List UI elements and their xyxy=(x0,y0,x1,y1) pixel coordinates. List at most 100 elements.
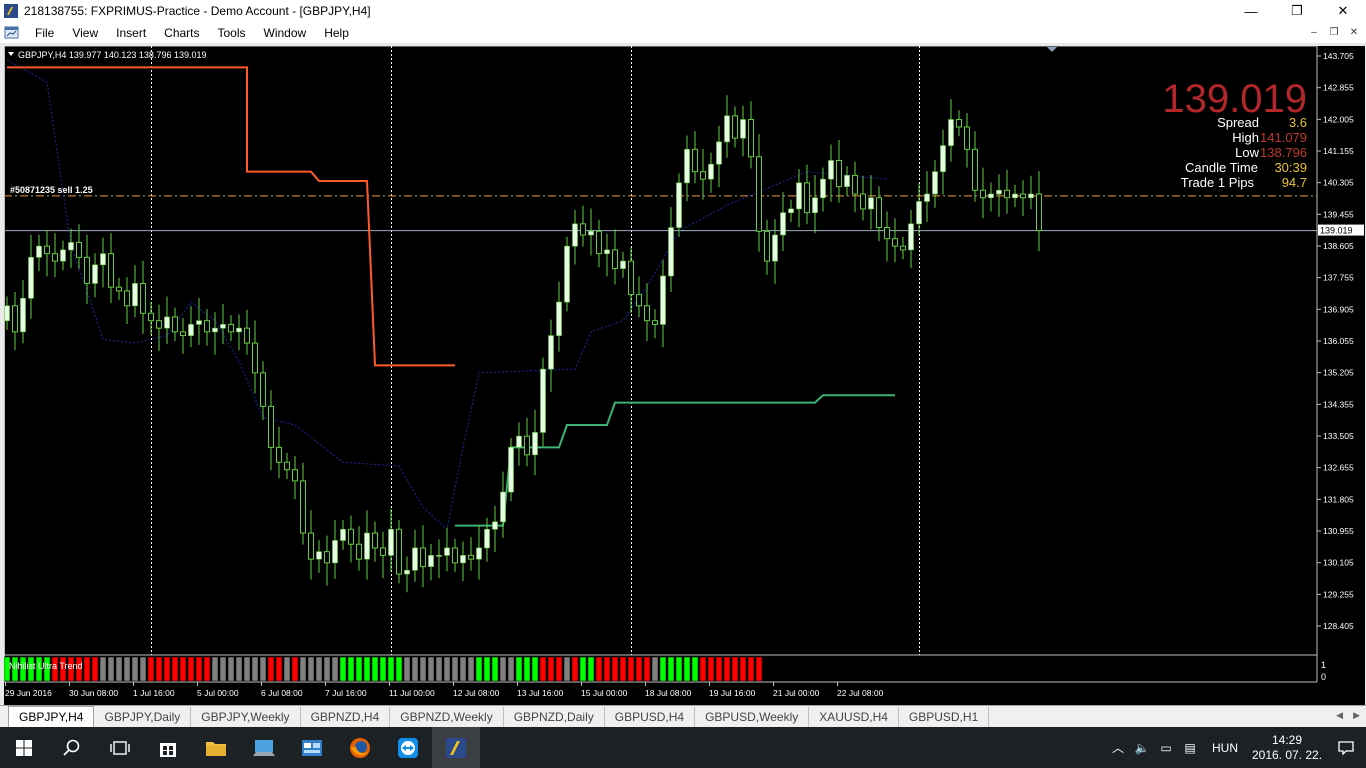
indicator-bar-red xyxy=(539,656,547,682)
menu-tools[interactable]: Tools xyxy=(209,26,255,40)
network-icon[interactable]: ▤ xyxy=(1178,741,1202,755)
tab-gbpnzd-h4[interactable]: GBPNZD,H4 xyxy=(301,707,391,727)
indicator-bar-red xyxy=(635,656,643,682)
candle-bull xyxy=(916,201,922,225)
candle-bull xyxy=(668,227,674,277)
menu-insert[interactable]: Insert xyxy=(107,26,155,40)
indicator-bar-green xyxy=(675,656,683,682)
task-view-button[interactable] xyxy=(96,727,144,768)
tab-gbpnzd-weekly[interactable]: GBPNZD,Weekly xyxy=(390,707,504,727)
candle-bull xyxy=(740,119,746,139)
indicator-bar-gray xyxy=(419,656,427,682)
candle-bear xyxy=(260,372,266,407)
indicator-bar-green xyxy=(475,656,483,682)
indicator-bar-green xyxy=(371,656,379,682)
tab-scroll-right-button[interactable]: ▶ xyxy=(1353,710,1360,721)
tab-gbpjpy-daily[interactable]: GBPJPY,Daily xyxy=(94,707,192,727)
indicator-bar-red xyxy=(163,656,171,682)
menu-view[interactable]: View xyxy=(63,26,107,40)
teamviewer-button[interactable] xyxy=(384,727,432,768)
tab-gbpjpy-h4[interactable]: GBPJPY,H4 xyxy=(8,706,95,727)
candle-bear xyxy=(964,126,970,150)
tab-xauusd-h4[interactable]: XAUUSD,H4 xyxy=(809,707,899,727)
time-tick-label: 5 Jul 00:00 xyxy=(197,688,239,698)
candle-bear xyxy=(292,469,298,482)
candle-bear xyxy=(652,320,658,325)
price-tick-label: 143.705 xyxy=(1323,51,1354,61)
price-tick-label: 129.255 xyxy=(1323,589,1354,599)
firefox-button[interactable] xyxy=(336,727,384,768)
volume-icon[interactable]: 🔈 xyxy=(1130,741,1154,755)
indicator-bar-green xyxy=(659,656,667,682)
menu-help[interactable]: Help xyxy=(315,26,358,40)
chart-window-icon[interactable] xyxy=(4,25,20,41)
close-button[interactable]: ✕ xyxy=(1320,0,1366,22)
tab-scroll-left-button[interactable]: ◀ xyxy=(1336,710,1343,721)
candle-bull xyxy=(1028,193,1034,199)
price-tick-label: 139.455 xyxy=(1323,209,1354,219)
candle-bear xyxy=(116,286,122,292)
menu-file[interactable]: File xyxy=(26,26,63,40)
file-explorer-button[interactable] xyxy=(192,727,240,768)
windows-taskbar: ︿ 🔈 ▭ ▤ HUN 14:29 2016. 07. 22. xyxy=(0,727,1366,768)
tab-gbpusd-h4[interactable]: GBPUSD,H4 xyxy=(605,707,696,727)
battery-icon[interactable]: ▭ xyxy=(1154,741,1178,755)
indicator-bar-red xyxy=(179,656,187,682)
indicator-bar-gray xyxy=(243,656,251,682)
candle-bull xyxy=(28,257,34,299)
candle-bull xyxy=(684,149,690,184)
indicator-bar-green xyxy=(515,656,523,682)
minimize-button[interactable]: — xyxy=(1228,0,1274,22)
candle-bull xyxy=(932,171,938,195)
menu-window[interactable]: Window xyxy=(255,26,316,40)
candle-bull xyxy=(460,555,466,564)
candle-bull xyxy=(220,324,226,329)
tab-gbpnzd-daily[interactable]: GBPNZD,Daily xyxy=(504,707,605,727)
candle-bull xyxy=(316,551,322,560)
start-button[interactable] xyxy=(0,727,48,768)
candle-bull xyxy=(660,275,666,325)
mdi-restore-button[interactable]: ❐ xyxy=(1324,25,1344,40)
time-tick-label: 22 Jul 08:00 xyxy=(837,688,884,698)
tab-gbpusd-h1[interactable]: GBPUSD,H1 xyxy=(899,707,990,727)
store-button[interactable] xyxy=(144,727,192,768)
indicator-bar-gray xyxy=(115,656,123,682)
candle-bear xyxy=(852,174,858,195)
time-tick-label: 18 Jul 08:00 xyxy=(645,688,692,698)
candle-bull xyxy=(196,320,202,325)
candle-bull xyxy=(100,253,106,266)
candle-bull xyxy=(620,260,626,269)
candle-bull xyxy=(708,163,714,180)
clock[interactable]: 14:29 2016. 07. 22. xyxy=(1248,733,1326,763)
candle-bull xyxy=(532,432,538,456)
tab-gbpusd-weekly[interactable]: GBPUSD,Weekly xyxy=(695,707,810,727)
price-chart[interactable]: #50871235 sell 1.25 GBPJPY,H4 139.977 14… xyxy=(4,46,1365,706)
high-value: 141.079 xyxy=(1260,130,1307,145)
candle-bull xyxy=(492,521,498,530)
menu-charts[interactable]: Charts xyxy=(155,26,208,40)
candle-bear xyxy=(284,461,290,471)
search-button[interactable] xyxy=(48,727,96,768)
indicator-bar-gray xyxy=(451,656,459,682)
teamviewer-icon xyxy=(398,737,418,758)
input-language[interactable]: HUN xyxy=(1202,741,1248,755)
indicator-bar-gray xyxy=(99,656,107,682)
this-pc-button[interactable] xyxy=(240,727,288,768)
indicator-bar-red xyxy=(715,656,723,682)
tray-chevron-up-icon[interactable]: ︿ xyxy=(1106,739,1130,756)
metatrader-button[interactable] xyxy=(432,727,480,768)
low-label: Low xyxy=(1235,145,1259,160)
mdi-close-button[interactable]: ✕ xyxy=(1344,25,1364,40)
action-center-button[interactable] xyxy=(1326,740,1366,755)
high-label: High xyxy=(1232,130,1259,145)
indicator-bar-red xyxy=(571,656,579,682)
maximize-button[interactable]: ❐ xyxy=(1274,0,1320,22)
price-tick-label: 131.805 xyxy=(1323,494,1354,504)
indicator-bar-gray xyxy=(459,656,467,682)
mdi-minimize-button[interactable]: – xyxy=(1304,25,1324,40)
search-icon xyxy=(63,739,80,756)
indicator-bar-gray xyxy=(227,656,235,682)
tab-gbpjpy-weekly[interactable]: GBPJPY,Weekly xyxy=(191,707,301,727)
control-panel-button[interactable] xyxy=(288,727,336,768)
title-bar: 218138755: FXPRIMUS-Practice - Demo Acco… xyxy=(0,0,1366,22)
